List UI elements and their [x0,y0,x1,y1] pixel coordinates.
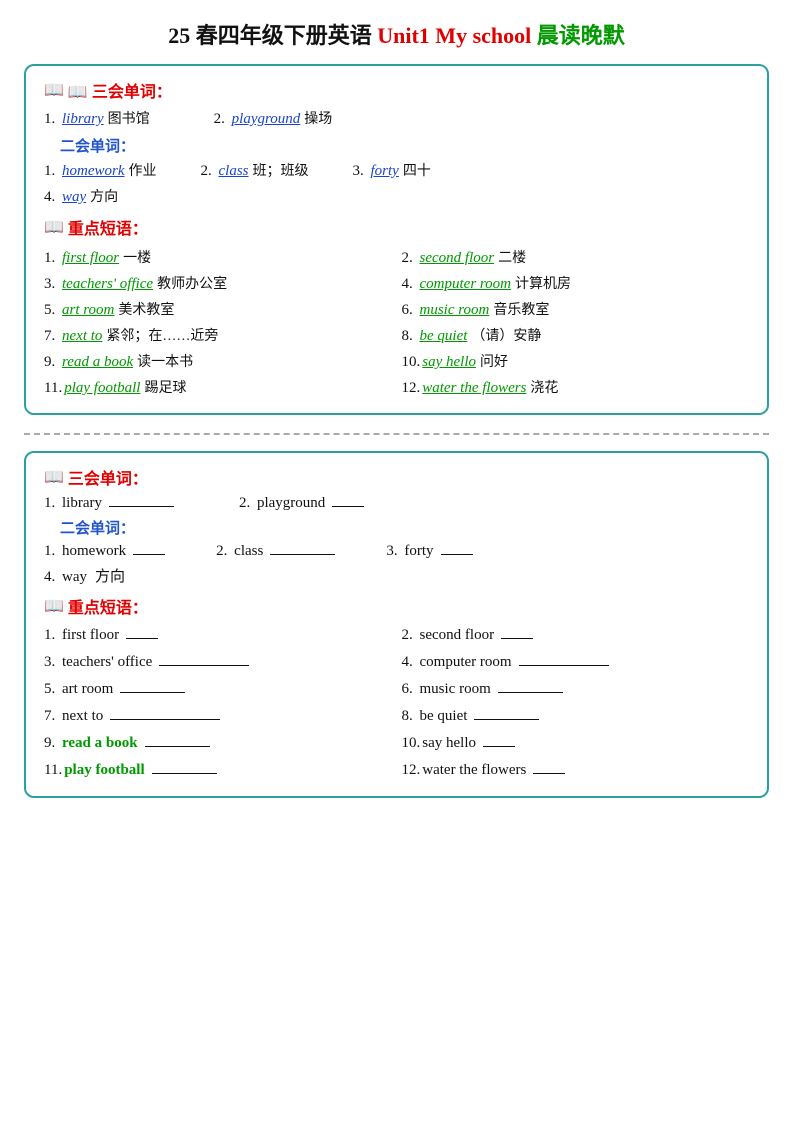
vocab-item-homework: 1. homework 作业 [44,160,157,180]
section1-vocab3-row: 1. library 图书馆 2. playground 操场 [44,108,749,131]
phrase-read-a-book: 9. read a book 读一本书 [44,351,392,371]
s2-play-football-label: play football [64,762,144,779]
section2-phrase-grid: 1. first floor 2. second floor 3. teache… [44,624,749,782]
page-title: 25 春四年级下册英语 Unit1 My school 晨读晚默 [24,18,769,50]
book-icon1: 📖 [44,80,64,100]
section1-phrase-grid: 1. first floor 一楼 2. second floor 二楼 3. … [44,245,749,399]
s2-phrase-first-floor: 1. first floor [44,627,392,644]
book-icon4: 📖 [44,596,64,616]
answer-next-to: next to [62,328,102,345]
s2-phrase-computer-room: 4. computer room [402,654,750,671]
answer-be-quiet: be quiet [420,328,468,345]
blank-first-floor[interactable] [126,638,158,639]
section2-vocab2-row1: 1. homework 2. class 3. forty [44,543,749,560]
answer-second-floor: second floor [420,250,495,267]
answer-forty: forty [371,163,399,180]
s2-read-a-book-label: read a book [62,735,138,752]
answer-read-a-book: read a book [62,354,133,371]
vocab-item-forty: 3. forty 四十 [353,160,431,180]
title-prefix: 25 春四年级下册英语 [168,23,377,48]
section2-phrase-header: 📖 重点短语： [44,594,749,618]
answer-say-hello: say hello [422,354,476,371]
blank-homework[interactable] [133,554,165,555]
s2-vocab-forty: 3. forty [386,543,475,560]
blank-say-hello[interactable] [483,746,515,747]
answer-playground: playground [232,111,301,128]
phrase-water-flowers: 12. water the flowers 浇花 [402,377,750,397]
section2-vocab2-header: 二会单词： [60,517,749,538]
section1-vocab3-header: 📖 📖 三会单词： [44,78,749,102]
answer-teachers-office: teachers' office [62,276,153,293]
vocab-item-class: 2. class 班；班级 [201,160,309,180]
section1-vocab2-row2: 4. way 方向 [44,186,749,209]
blank-next-to[interactable] [110,719,220,720]
phrase-next-to: 7. next to 紧邻；在……近旁 [44,325,392,345]
phrase-teachers-office: 3. teachers' office 教师办公室 [44,273,392,293]
section2-box: 📖 三会单词： 1. library 2. playground 二会单词： 1… [24,451,769,798]
phrase-art-room: 5. art room 美术教室 [44,299,392,319]
s2-phrase-teachers-office: 3. teachers' office [44,654,392,671]
title-suffix: 晨读晚默 [531,23,625,48]
answer-way: way [62,189,86,206]
section-divider [24,433,769,435]
answer-class: class [219,163,249,180]
vocab-item-playground: 2. playground 操场 [214,108,333,128]
blank-read-a-book[interactable] [145,746,210,747]
answer-first-floor: first floor [62,250,119,267]
phrase-music-room: 6. music room 音乐教室 [402,299,750,319]
blank-be-quiet[interactable] [474,719,539,720]
section1-vocab2-header: 二会单词： [60,135,749,156]
phrase-be-quiet: 8. be quiet （请）安静 [402,325,750,345]
answer-homework: homework [62,163,125,180]
s2-phrase-second-floor: 2. second floor [402,627,750,644]
blank-forty[interactable] [441,554,473,555]
blank-computer-room[interactable] [519,665,609,666]
book-icon2: 📖 [44,217,64,237]
blank-teachers-office[interactable] [159,665,249,666]
s2-phrase-say-hello: 10. say hello [402,735,750,752]
phrase-play-football: 11. play football 踢足球 [44,377,392,397]
s2-vocab-homework: 1. homework [44,543,168,560]
phrase-first-floor: 1. first floor 一楼 [44,247,392,267]
answer-play-football: play football [64,380,140,397]
blank-class[interactable] [270,554,335,555]
blank-playground[interactable] [332,506,364,507]
s2-phrase-next-to: 7. next to [44,708,392,725]
blank-water-flowers[interactable] [533,773,565,774]
phrase-say-hello: 10. say hello 问好 [402,351,750,371]
phrase-computer-room: 4. computer room 计算机房 [402,273,750,293]
vocab-item-library: 1. library 图书馆 [44,108,150,128]
s2-phrase-play-football: 11. play football [44,762,392,779]
answer-library: library [62,111,104,128]
section1-box: 📖 📖 三会单词： 1. library 图书馆 2. playground 操… [24,64,769,415]
phrase-second-floor: 2. second floor 二楼 [402,247,750,267]
s2-vocab-library: 1. library [44,495,177,512]
title-unit: Unit1 My school [377,23,531,48]
s2-phrase-music-room: 6. music room [402,681,750,698]
blank-library[interactable] [109,506,174,507]
section1-phrase-header: 📖 重点短语： [44,215,749,239]
answer-art-room: art room [62,302,114,319]
s2-phrase-read-a-book: 9. read a book [44,735,392,752]
s2-phrase-be-quiet: 8. be quiet [402,708,750,725]
s2-vocab-playground: 2. playground [239,495,367,512]
blank-art-room[interactable] [120,692,185,693]
section2-vocab3-row: 1. library 2. playground [44,495,749,512]
vocab-item-way: 4. way 方向 [44,186,118,206]
section2-vocab2-row2: 4. way 方向 [44,565,749,586]
blank-play-football[interactable] [152,773,217,774]
s2-phrase-art-room: 5. art room [44,681,392,698]
blank-second-floor[interactable] [501,638,533,639]
book-icon3: 📖 [44,467,64,487]
s2-vocab-way: 4. way 方向 [44,565,125,586]
s2-vocab-class: 2. class [216,543,338,560]
answer-music-room: music room [420,302,490,319]
section1-vocab2-row1: 1. homework 作业 2. class 班；班级 3. forty 四十 [44,160,749,183]
blank-music-room[interactable] [498,692,563,693]
section2-vocab3-header: 📖 三会单词： [44,465,749,489]
s2-phrase-water-flowers: 12. water the flowers [402,762,750,779]
answer-water-flowers: water the flowers [422,380,526,397]
answer-computer-room: computer room [420,276,512,293]
